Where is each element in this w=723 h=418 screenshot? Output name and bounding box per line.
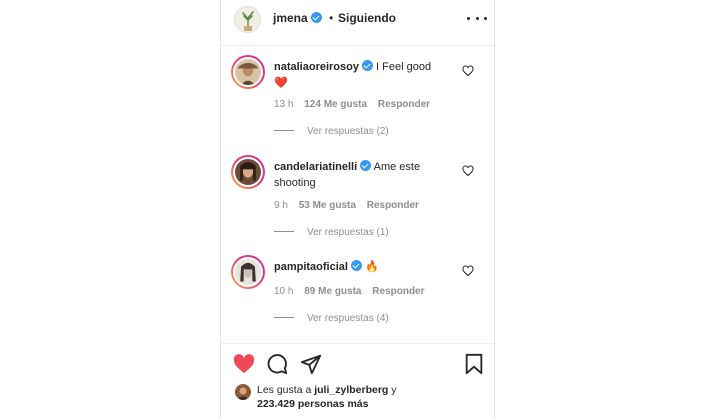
paper-plane-icon[interactable] [300, 353, 322, 375]
comment-username[interactable]: candelariatinelli [274, 161, 357, 173]
more-options-button[interactable] [467, 10, 487, 26]
like-comment-heart-icon[interactable] [462, 165, 474, 177]
comment-body: nataliaoreirosoy I Feel good ❤️ [274, 59, 454, 91]
user-photo-icon [235, 159, 261, 185]
replies-divider [274, 130, 294, 131]
comment-meta: 13 h 124 Me gusta Responder [274, 99, 438, 110]
reply-button[interactable]: Responder [367, 200, 419, 211]
author-username-text[interactable]: jmena [273, 11, 308, 25]
user-photo-icon [235, 59, 261, 85]
heart-filled-icon[interactable] [233, 354, 255, 374]
replies-divider [274, 317, 294, 318]
verified-badge-icon [310, 12, 322, 23]
verified-badge-icon [360, 160, 372, 171]
comment-time[interactable]: 9 h [274, 200, 288, 211]
comment-bubble-icon[interactable] [266, 353, 288, 375]
reply-button[interactable]: Responder [378, 99, 430, 110]
likes-summary: Les gusta a juli_zylberberg y [257, 384, 397, 396]
comment-username[interactable]: nataliaoreirosoy [274, 61, 359, 73]
view-replies-text[interactable]: Ver respuestas (2) [307, 126, 389, 137]
avatar-inner [233, 57, 263, 87]
plant-avatar-icon [235, 7, 260, 32]
likes-count-text[interactable]: 223.429 personas más [257, 398, 369, 410]
comment-username[interactable]: pampitaoficial [274, 261, 348, 273]
like-comment-heart-icon[interactable] [462, 65, 474, 77]
view-replies-text[interactable]: Ver respuestas (4) [307, 313, 389, 324]
liker-username[interactable]: juli_zylberberg [314, 384, 388, 396]
heart-emoji: ❤️ [274, 77, 288, 89]
avatar-inner [233, 157, 263, 187]
more-dot [484, 16, 487, 20]
following-button[interactable]: Siguiendo [338, 11, 396, 25]
likes-prefix: Les gusta a [257, 384, 312, 396]
post-header: jmena • Siguiendo [221, 0, 496, 46]
comment-text: I Feel good [376, 61, 432, 73]
stage: jmena • Siguiendo nataliaoreirosoy I Fee… [0, 0, 723, 418]
view-replies[interactable]: Ver respuestas (1) [274, 227, 389, 238]
reply-button[interactable]: Responder [372, 286, 424, 297]
post-comments-panel: jmena • Siguiendo nataliaoreirosoy I Fee… [220, 0, 496, 418]
more-dot [467, 16, 470, 20]
author-username[interactable]: jmena [273, 11, 322, 25]
comment-avatar[interactable] [231, 55, 265, 89]
comment-likes[interactable]: 53 Me gusta [299, 200, 356, 211]
comment-meta: 10 h 89 Me gusta Responder [274, 286, 433, 297]
verified-badge-icon [350, 260, 362, 271]
replies-divider [274, 231, 294, 232]
likes-suffix: y [391, 384, 397, 396]
fire-emoji: 🔥 [365, 261, 379, 273]
liker-photo-icon [235, 384, 251, 400]
likes-count[interactable]: 223.429 personas más [257, 398, 369, 410]
comment-time[interactable]: 13 h [274, 99, 293, 110]
view-replies[interactable]: Ver respuestas (4) [274, 313, 389, 324]
comment-avatar[interactable] [231, 255, 265, 289]
like-comment-heart-icon[interactable] [462, 265, 474, 277]
comment-avatar[interactable] [231, 155, 265, 189]
avatar-inner [233, 257, 263, 287]
header-separator: • [329, 11, 334, 25]
bookmark-icon[interactable] [464, 353, 484, 375]
comment-likes[interactable]: 89 Me gusta [304, 286, 361, 297]
verified-badge-icon [361, 60, 373, 71]
view-replies-text[interactable]: Ver respuestas (1) [307, 227, 389, 238]
liker-avatar[interactable] [235, 384, 251, 400]
view-replies[interactable]: Ver respuestas (2) [274, 126, 389, 137]
comment-body: candelariatinelli Ame este shooting [274, 159, 454, 191]
comment-meta: 9 h 53 Me gusta Responder [274, 200, 427, 211]
comment-body: pampitaoficial 🔥 [274, 259, 454, 275]
comment-likes[interactable]: 124 Me gusta [304, 99, 367, 110]
author-avatar[interactable] [234, 6, 261, 33]
comment-time[interactable]: 10 h [274, 286, 293, 297]
user-photo-icon [235, 259, 261, 285]
more-dot [475, 16, 479, 20]
